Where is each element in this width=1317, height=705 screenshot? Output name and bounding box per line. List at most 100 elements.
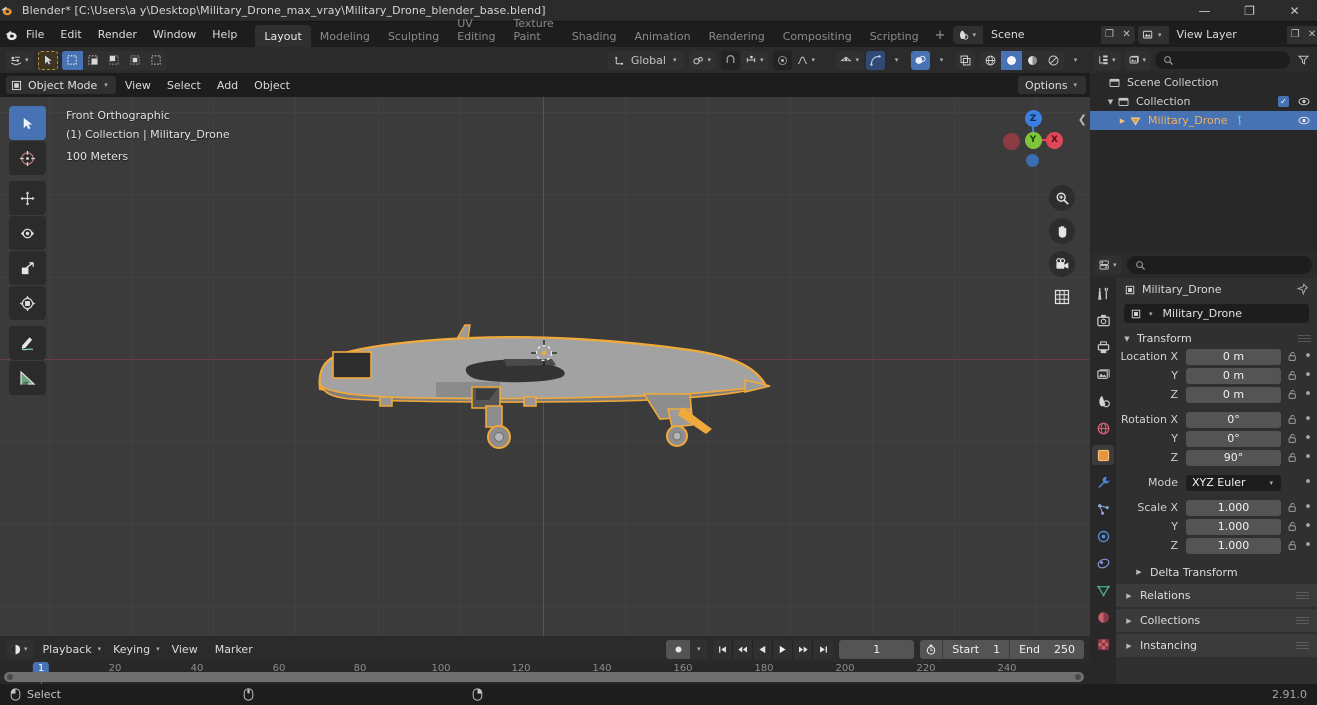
- scale-x-field[interactable]: 1.000: [1186, 499, 1281, 516]
- relations-panel[interactable]: ▶ Relations: [1116, 584, 1317, 607]
- rotation-z-field[interactable]: 90°: [1186, 449, 1281, 466]
- animate-dot-icon[interactable]: •: [1303, 412, 1313, 427]
- animate-dot-icon[interactable]: •: [1303, 368, 1313, 383]
- animate-dot-icon[interactable]: •: [1303, 387, 1313, 402]
- mode-selector[interactable]: Object Mode ▾: [6, 76, 116, 94]
- viewport-menu-select[interactable]: Select: [160, 77, 208, 94]
- scene-name-field[interactable]: Scene: [983, 25, 1102, 44]
- add-workspace-button[interactable]: +: [928, 24, 953, 47]
- object-name-input[interactable]: ▾ Military_Drone: [1124, 304, 1309, 323]
- location-y-field[interactable]: 0 m: [1186, 367, 1281, 384]
- visibility-selector[interactable]: ▾: [836, 50, 864, 70]
- gizmo-axis-y[interactable]: Y: [1024, 131, 1042, 149]
- wireframe-shading-icon[interactable]: [980, 51, 1001, 70]
- timeline-menu-view[interactable]: View: [165, 641, 205, 658]
- timeline-horizontal-scrollbar[interactable]: [4, 672, 1084, 682]
- menu-file[interactable]: File: [18, 25, 52, 44]
- camera-icon[interactable]: [1049, 251, 1075, 277]
- view-layer-tab[interactable]: [1092, 364, 1114, 384]
- close-button[interactable]: ✕: [1272, 0, 1317, 22]
- lock-icon[interactable]: [1285, 540, 1299, 551]
- select-subtract-icon[interactable]: [104, 51, 125, 70]
- instancing-panel[interactable]: ▶ Instancing: [1116, 634, 1317, 657]
- pan-hand-icon[interactable]: [1049, 218, 1075, 244]
- select-extend-icon[interactable]: [83, 51, 104, 70]
- timeline-ruler[interactable]: 20 40 60 80 100 120 140 160 180 200 220 …: [0, 662, 1090, 684]
- start-frame-field[interactable]: Start 1: [943, 640, 1009, 659]
- proportional-editing-toggle[interactable]: [773, 50, 793, 70]
- tab-modeling[interactable]: Modeling: [311, 25, 379, 48]
- gizmo-axis-x[interactable]: X: [1046, 131, 1063, 149]
- new-view-layer-button[interactable]: ❐: [1286, 25, 1304, 44]
- new-scene-button[interactable]: ❐: [1101, 25, 1119, 44]
- output-tab[interactable]: [1092, 337, 1114, 357]
- measure-tool[interactable]: [9, 361, 46, 395]
- transform-orientation-selector[interactable]: Global ▾: [607, 50, 685, 70]
- tab-texture-paint[interactable]: Texture Paint: [505, 12, 563, 48]
- tool-tab[interactable]: [1092, 283, 1114, 303]
- constraints-tab[interactable]: [1092, 553, 1114, 573]
- animate-dot-icon[interactable]: •: [1303, 349, 1313, 364]
- play-button[interactable]: [773, 639, 794, 659]
- outliner-display-mode-selector[interactable]: ▾: [1124, 50, 1152, 70]
- prev-keyframe-button[interactable]: [733, 639, 754, 659]
- select-set-icon[interactable]: [61, 50, 83, 70]
- data-tab[interactable]: [1092, 580, 1114, 600]
- transform-tool[interactable]: [9, 286, 46, 320]
- mesh-data-icon[interactable]: [1234, 115, 1245, 127]
- proportional-falloff-selector[interactable]: ▾: [793, 51, 820, 70]
- tab-rendering[interactable]: Rendering: [700, 25, 774, 48]
- lock-icon[interactable]: [1285, 502, 1299, 513]
- world-tab[interactable]: [1092, 418, 1114, 438]
- rotate-tool[interactable]: [9, 216, 46, 250]
- material-preview-shading-icon[interactable]: [1022, 51, 1043, 70]
- viewport-navigation-gizmo[interactable]: Z Y X: [998, 105, 1068, 175]
- lock-icon[interactable]: [1285, 370, 1299, 381]
- zoom-icon[interactable]: [1049, 185, 1075, 211]
- lock-icon[interactable]: [1285, 521, 1299, 532]
- animate-dot-icon[interactable]: •: [1303, 500, 1313, 515]
- timeline-menu-playback[interactable]: Playback: [36, 641, 99, 658]
- particles-tab[interactable]: [1092, 499, 1114, 519]
- menu-window[interactable]: Window: [145, 25, 204, 44]
- object-tab[interactable]: [1092, 445, 1114, 465]
- tab-animation[interactable]: Animation: [625, 25, 699, 48]
- auto-keying-options[interactable]: ▾: [690, 640, 707, 659]
- outliner-row-military-drone[interactable]: ▶ Military_Drone: [1090, 111, 1317, 130]
- properties-search-input[interactable]: [1126, 256, 1312, 274]
- jump-to-start-button[interactable]: [713, 639, 734, 659]
- timeline-menu-keying[interactable]: Keying: [106, 641, 157, 658]
- play-reverse-button[interactable]: [753, 639, 774, 659]
- pivot-point-selector[interactable]: ▾: [689, 50, 716, 70]
- outliner-row-scene-collection[interactable]: Scene Collection: [1090, 73, 1317, 92]
- next-keyframe-button[interactable]: [793, 639, 814, 659]
- collection-checkbox[interactable]: ✓: [1278, 96, 1289, 107]
- solid-shading-icon[interactable]: [1001, 50, 1022, 70]
- auto-keying-toggle[interactable]: [666, 639, 691, 659]
- rotation-x-field[interactable]: 0°: [1186, 411, 1281, 428]
- blender-menu-icon[interactable]: [4, 28, 18, 42]
- snap-magnet-toggle[interactable]: [720, 50, 740, 70]
- delta-transform-panel[interactable]: ▶ Delta Transform: [1116, 562, 1317, 582]
- minimize-button[interactable]: —: [1182, 0, 1227, 22]
- gizmo-axis-neg-z[interactable]: [1025, 154, 1039, 167]
- menu-help[interactable]: Help: [204, 25, 245, 44]
- expand-triangle-icon[interactable]: ▶: [1116, 117, 1129, 125]
- tab-compositing[interactable]: Compositing: [774, 25, 861, 48]
- overlays-toggle[interactable]: [911, 50, 930, 70]
- pin-icon[interactable]: [1296, 283, 1309, 296]
- lock-icon[interactable]: [1285, 433, 1299, 444]
- menu-render[interactable]: Render: [90, 25, 145, 44]
- current-frame-field[interactable]: 1: [839, 639, 915, 659]
- tab-scripting[interactable]: Scripting: [861, 25, 928, 48]
- grid-ortho-icon[interactable]: [1049, 284, 1075, 310]
- animate-dot-icon[interactable]: •: [1303, 538, 1313, 553]
- scale-y-field[interactable]: 1.000: [1186, 518, 1281, 535]
- tab-sculpting[interactable]: Sculpting: [379, 25, 448, 48]
- sidebar-toggle-arrow[interactable]: ❮: [1078, 113, 1087, 126]
- lock-icon[interactable]: [1285, 351, 1299, 362]
- tweak-tool-button[interactable]: [37, 50, 58, 70]
- scene-tab[interactable]: [1092, 391, 1114, 411]
- tab-uv-editing[interactable]: UV Editing: [448, 12, 504, 48]
- outliner-row-collection[interactable]: ▼ Collection ✓: [1090, 92, 1317, 111]
